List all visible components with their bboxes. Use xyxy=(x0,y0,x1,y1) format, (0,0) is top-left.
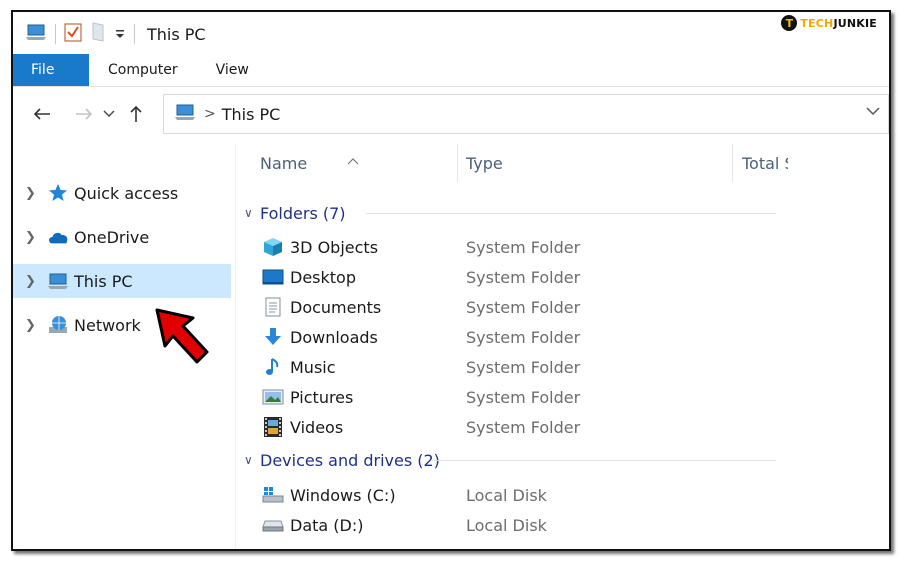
cloud-icon xyxy=(47,227,69,247)
back-button[interactable] xyxy=(27,99,57,129)
sort-ascending-icon xyxy=(347,150,359,169)
documents-icon xyxy=(262,297,284,317)
group-label: Devices and drives (2) xyxy=(260,450,440,470)
item-type: System Folder xyxy=(466,417,581,437)
list-item[interactable]: Videos System Folder xyxy=(262,414,782,440)
nav-item-onedrive[interactable]: ❯ OneDrive xyxy=(13,220,231,254)
item-name: Pictures xyxy=(290,387,354,407)
item-name: Music xyxy=(290,357,336,377)
title-bar: This PC xyxy=(13,12,889,56)
annotation-arrow-icon xyxy=(151,304,213,370)
toolbar-separator xyxy=(134,24,135,44)
back-arrow-icon xyxy=(33,108,50,120)
item-type: System Folder xyxy=(466,237,581,257)
pictures-icon xyxy=(262,387,284,407)
collapse-chevron-icon[interactable]: ∨ xyxy=(244,453,260,467)
group-header-devices[interactable]: ∨ Devices and drives (2) xyxy=(244,449,440,471)
star-icon xyxy=(47,183,69,203)
watermark-logo: T xyxy=(781,15,798,31)
column-header-type[interactable]: Type xyxy=(466,144,503,182)
expand-chevron-icon[interactable]: ❯ xyxy=(25,318,37,333)
item-name: Videos xyxy=(290,417,344,437)
nav-item-label: This PC xyxy=(74,271,133,291)
up-button[interactable] xyxy=(121,99,151,129)
item-name: Documents xyxy=(290,297,382,317)
computer-icon xyxy=(174,103,196,125)
group-divider xyxy=(366,202,776,224)
item-type: System Folder xyxy=(466,327,581,347)
explorer-window: T TECHJUNKIE This PC File Computer View xyxy=(11,10,891,551)
list-item[interactable]: Music System Folder xyxy=(262,354,782,380)
group-label: Folders (7) xyxy=(260,203,346,223)
windows-drive-icon xyxy=(262,485,284,505)
item-type: System Folder xyxy=(466,267,581,287)
new-folder-icon[interactable] xyxy=(90,22,106,46)
file-list: Name Type Total S ∨ Folders (7) 3D Objec… xyxy=(235,144,788,549)
nav-item-label: Network xyxy=(74,315,141,335)
navigation-bar: > This PC xyxy=(13,90,889,138)
list-item[interactable]: Pictures System Folder xyxy=(262,384,782,410)
item-name: Data (D:) xyxy=(290,515,364,535)
item-type: Local Disk xyxy=(466,515,547,535)
list-item[interactable]: Windows (C:) Local Disk xyxy=(262,482,782,508)
list-item[interactable]: Desktop System Folder xyxy=(262,264,782,290)
list-item[interactable]: Downloads System Folder xyxy=(262,324,782,350)
toolbar-separator xyxy=(55,24,56,44)
nav-item-label: OneDrive xyxy=(74,227,150,247)
up-arrow-icon xyxy=(130,105,142,122)
network-icon xyxy=(47,315,69,335)
tab-view[interactable]: View xyxy=(197,54,268,86)
forward-button[interactable] xyxy=(69,99,99,129)
computer-icon[interactable] xyxy=(25,23,47,45)
column-header-total-size[interactable]: Total S xyxy=(742,144,788,182)
nav-item-label: Quick access xyxy=(74,183,179,203)
item-type: Local Disk xyxy=(466,485,547,505)
column-header-name[interactable]: Name xyxy=(260,144,307,182)
watermark-text: TECHJUNKIE xyxy=(800,16,877,30)
item-type: System Folder xyxy=(466,357,581,377)
list-item[interactable]: Data (D:) Local Disk xyxy=(262,512,782,538)
breadcrumb-this-pc[interactable]: This PC xyxy=(222,105,281,124)
collapse-chevron-icon[interactable]: ∨ xyxy=(244,206,260,220)
expand-chevron-icon[interactable]: ❯ xyxy=(25,230,37,245)
item-name: Downloads xyxy=(290,327,378,347)
recent-locations-button[interactable] xyxy=(99,99,119,129)
list-item[interactable]: 3D Objects System Folder xyxy=(262,234,782,260)
tab-file[interactable]: File xyxy=(13,54,89,86)
breadcrumb-separator[interactable]: > xyxy=(204,106,216,122)
properties-icon[interactable] xyxy=(64,22,82,46)
nav-item-quick-access[interactable]: ❯ Quick access xyxy=(13,176,231,210)
music-icon xyxy=(262,357,284,377)
column-divider[interactable] xyxy=(457,144,458,182)
list-item[interactable]: Documents System Folder xyxy=(262,294,782,320)
item-name: Windows (C:) xyxy=(290,485,396,505)
item-type: System Folder xyxy=(466,387,581,407)
3d-objects-icon xyxy=(262,237,284,257)
item-type: System Folder xyxy=(466,297,581,317)
downloads-icon xyxy=(262,327,284,347)
computer-icon xyxy=(47,271,69,291)
nav-item-this-pc[interactable]: ❯ This PC xyxy=(13,264,231,298)
item-name: 3D Objects xyxy=(290,237,379,257)
chevron-down-icon xyxy=(103,110,115,117)
group-divider xyxy=(432,449,776,471)
videos-icon xyxy=(262,417,284,437)
window-title: This PC xyxy=(147,24,206,44)
desktop-icon xyxy=(262,267,284,287)
expand-chevron-icon[interactable]: ❯ xyxy=(25,274,37,289)
group-header-folders[interactable]: ∨ Folders (7) xyxy=(244,202,346,224)
forward-arrow-icon xyxy=(76,108,93,120)
ribbon-tabs: File Computer View xyxy=(13,54,889,87)
expand-chevron-icon[interactable]: ❯ xyxy=(25,186,37,201)
quick-access-toolbar xyxy=(25,22,143,46)
watermark: T TECHJUNKIE xyxy=(777,14,881,32)
drive-icon xyxy=(262,515,284,535)
column-divider[interactable] xyxy=(732,144,733,182)
address-bar[interactable]: > This PC xyxy=(163,94,889,134)
customize-dropdown-icon[interactable] xyxy=(114,25,126,44)
address-dropdown-icon[interactable] xyxy=(866,104,880,120)
item-name: Desktop xyxy=(290,267,356,287)
tab-computer[interactable]: Computer xyxy=(89,54,197,86)
